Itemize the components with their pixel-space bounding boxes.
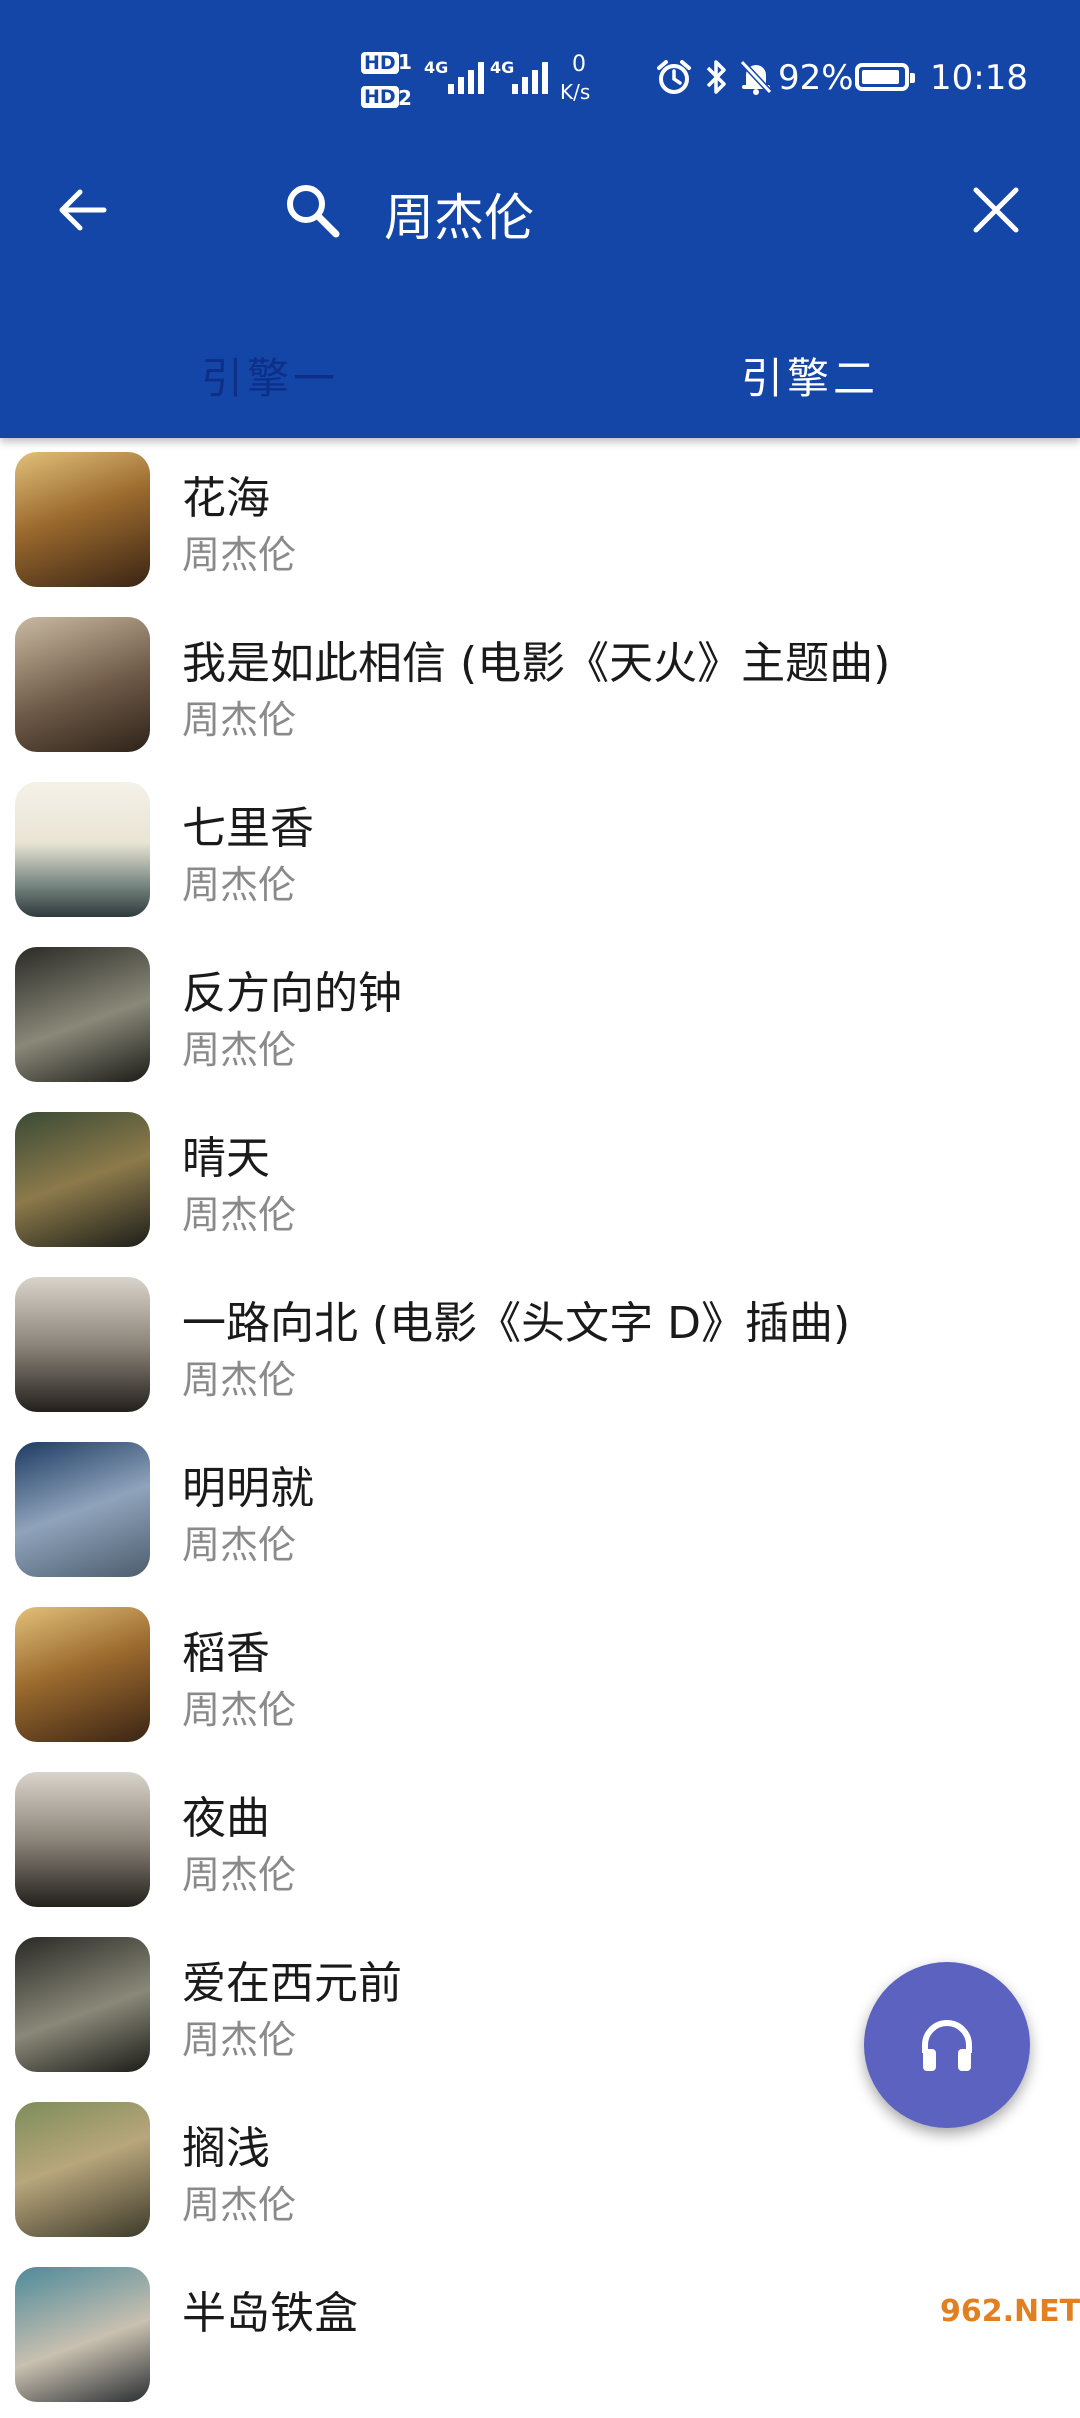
engine-tabs: 引擎一 引擎二 [0,320,1080,430]
song-artist: 周杰伦 [182,1688,297,1732]
sim2-label: 2 [398,86,412,110]
song-list-item[interactable]: 明明就 周杰伦 [0,1428,1080,1593]
song-title: 晴天 [182,1133,270,1184]
album-cover-image [15,782,150,917]
song-title: 稻香 [182,1628,270,1679]
song-artist: 周杰伦 [182,1358,297,1402]
search-bar: 周杰伦 [0,160,1080,270]
player-fab-button[interactable] [864,1962,1030,2128]
song-list-item[interactable]: 一路向北 (电影《头文字 D》插曲) 周杰伦 [0,1263,1080,1428]
song-artist: 周杰伦 [182,1523,297,1567]
song-title: 我是如此相信 (电影《天火》主题曲) [182,638,891,689]
hd-badge-1: HD [361,52,399,74]
song-list-item[interactable]: 半岛铁盒 [0,2253,1080,2418]
album-cover-image [15,1772,150,1907]
app-bar: HD 1 HD 2 4G 4G 0 K/s 92% 10:18 周杰伦 引擎一 … [0,0,1080,438]
album-cover-image [15,1442,150,1577]
album-cover-image [15,1112,150,1247]
song-title: 半岛铁盒 [182,2288,358,2339]
song-title: 明明就 [182,1463,314,1514]
song-artist: 周杰伦 [182,2018,297,2062]
song-artist: 周杰伦 [182,533,297,577]
bluetooth-icon [706,60,726,94]
song-list-item[interactable]: 花海 周杰伦 [0,438,1080,603]
net-speed-unit: K/s [560,80,591,104]
mute-bell-icon [739,59,773,95]
alarm-icon [657,60,691,94]
album-cover-image [15,1937,150,2072]
album-cover-image [15,2267,150,2402]
song-list-item[interactable]: 稻香 周杰伦 [0,1593,1080,1758]
song-artist: 周杰伦 [182,1193,297,1237]
clear-search-icon[interactable] [968,182,1024,238]
album-cover-image [15,947,150,1082]
song-list-item[interactable]: 晴天 周杰伦 [0,1098,1080,1263]
network-type-1: 4G [424,58,449,77]
album-cover-image [15,452,150,587]
tab-engine-2[interactable]: 引擎二 [540,320,1080,430]
song-title: 花海 [182,473,270,524]
song-artist: 周杰伦 [182,698,297,742]
signal-1-icon [448,60,484,94]
back-arrow-icon[interactable] [54,182,110,238]
headphones-icon [922,2020,972,2071]
net-speed-value: 0 [572,52,586,77]
status-bar: HD 1 HD 2 4G 4G 0 K/s 92% 10:18 [0,0,1080,160]
album-cover-image [15,2102,150,2237]
watermark-logo: 962.NET [940,2288,1080,2336]
song-artist: 周杰伦 [182,863,297,907]
song-title: 七里香 [182,803,314,854]
song-title: 夜曲 [182,1793,270,1844]
signal-2-icon [512,60,548,94]
song-list-item[interactable]: 夜曲 周杰伦 [0,1758,1080,1923]
song-title: 搁浅 [182,2123,270,2174]
song-artist: 周杰伦 [182,2183,297,2227]
battery-percent: 92% [778,58,854,98]
song-title: 一路向北 (电影《头文字 D》插曲) [182,1298,851,1349]
hd-badge-2: HD [361,86,399,108]
song-list-item[interactable]: 反方向的钟 周杰伦 [0,933,1080,1098]
sim1-label: 1 [398,50,412,74]
song-title: 爱在西元前 [182,1958,402,2009]
clock-time: 10:18 [930,58,1028,98]
album-cover-image [15,617,150,752]
song-list-item[interactable]: 七里香 周杰伦 [0,768,1080,933]
song-artist: 周杰伦 [182,1028,297,1072]
album-cover-image [15,1277,150,1412]
song-artist: 周杰伦 [182,1853,297,1897]
search-input[interactable]: 周杰伦 [384,178,534,250]
song-list-item[interactable]: 我是如此相信 (电影《天火》主题曲) 周杰伦 [0,603,1080,768]
song-title: 反方向的钟 [182,968,402,1019]
album-cover-image [15,1607,150,1742]
search-icon [287,185,340,238]
battery-icon [855,63,915,91]
tab-engine-1[interactable]: 引擎一 [0,320,540,430]
network-type-2: 4G [490,58,515,77]
